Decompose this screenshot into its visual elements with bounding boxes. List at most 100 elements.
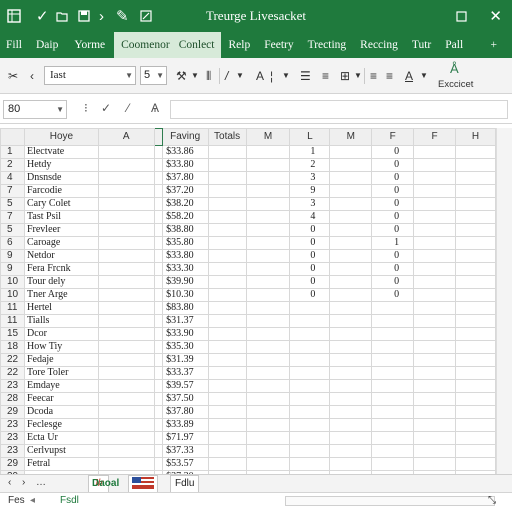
cell[interactable] <box>329 249 373 263</box>
cell-f[interactable]: 0 <box>371 275 415 289</box>
list-icon[interactable]: ☰ <box>300 67 311 85</box>
cell[interactable] <box>329 431 373 445</box>
cell[interactable] <box>455 249 496 263</box>
cell[interactable] <box>455 236 496 250</box>
cell[interactable] <box>153 262 163 276</box>
cell-name[interactable]: Cerlvupst <box>23 444 99 458</box>
cell[interactable] <box>207 431 247 445</box>
cell[interactable] <box>207 418 247 432</box>
cell[interactable] <box>245 262 291 276</box>
cell[interactable] <box>97 353 155 367</box>
cell[interactable] <box>455 392 496 406</box>
cell[interactable] <box>413 158 457 172</box>
cell[interactable] <box>153 314 163 328</box>
cell-name[interactable]: Hertel <box>23 301 99 315</box>
cell[interactable] <box>97 275 155 289</box>
cell[interactable] <box>329 262 373 276</box>
cell[interactable] <box>97 236 155 250</box>
cell-name[interactable]: Fetral <box>23 457 99 471</box>
cell[interactable] <box>455 431 496 445</box>
cell[interactable] <box>97 418 155 432</box>
cell-price[interactable]: $37.50 <box>161 392 209 406</box>
cell[interactable] <box>153 210 163 224</box>
cell[interactable] <box>413 223 457 237</box>
function-icon[interactable]: Ѧ <box>151 101 159 115</box>
cell[interactable] <box>207 145 247 159</box>
cell[interactable] <box>455 301 496 315</box>
cell[interactable] <box>153 197 163 211</box>
excelt-icon[interactable]: Å <box>450 61 459 76</box>
cell-f[interactable]: 0 <box>371 249 415 263</box>
cell-price[interactable]: $33.80 <box>161 158 209 172</box>
close-icon[interactable]: ✕ <box>489 0 502 32</box>
cell-name[interactable]: Tore Toler <box>23 366 99 380</box>
cell[interactable] <box>153 145 163 159</box>
cell[interactable] <box>97 288 155 302</box>
cell-name[interactable]: Cary Colet <box>23 197 99 211</box>
cell-l[interactable] <box>289 418 331 432</box>
cell[interactable] <box>329 210 373 224</box>
row-number[interactable]: 7 <box>0 210 25 224</box>
cell[interactable] <box>97 171 155 185</box>
row-number[interactable]: 5 <box>0 197 25 211</box>
cell-l[interactable] <box>289 301 331 315</box>
cell-l[interactable] <box>289 314 331 328</box>
cancel-icon[interactable]: ⁄ <box>127 101 129 115</box>
column-header[interactable]: M <box>329 128 373 146</box>
cell[interactable] <box>207 366 247 380</box>
cell-f[interactable] <box>371 392 415 406</box>
cell[interactable] <box>413 418 457 432</box>
cell-name[interactable]: Fera Frcnk <box>23 262 99 276</box>
tab-coomenor[interactable]: Coomenor <box>114 32 177 58</box>
select-all-corner[interactable] <box>0 128 25 146</box>
cell-l[interactable]: 3 <box>289 197 331 211</box>
cell-price[interactable]: $38.80 <box>161 223 209 237</box>
cell-price[interactable]: $33.86 <box>161 145 209 159</box>
cell-price[interactable]: $37.80 <box>161 171 209 185</box>
tab-relp[interactable]: Relp <box>221 32 257 58</box>
cell[interactable] <box>329 418 373 432</box>
cell[interactable] <box>97 262 155 276</box>
cell[interactable] <box>413 444 457 458</box>
cell-name[interactable]: Dcoda <box>23 405 99 419</box>
cell[interactable] <box>97 145 155 159</box>
more-icon[interactable]: … <box>36 477 46 488</box>
cell-price[interactable]: $37.80 <box>161 405 209 419</box>
cell[interactable] <box>207 210 247 224</box>
vertical-scrollbar[interactable] <box>496 128 512 474</box>
cell[interactable] <box>245 405 291 419</box>
column-header[interactable] <box>153 128 163 146</box>
align-icon[interactable]: ¦ <box>270 67 273 85</box>
cell[interactable] <box>153 301 163 315</box>
cell-name[interactable]: Dcor <box>23 327 99 341</box>
cell-price[interactable]: $33.90 <box>161 327 209 341</box>
cell-l[interactable] <box>289 457 331 471</box>
cell[interactable] <box>245 314 291 328</box>
cell-price[interactable]: $33.37 <box>161 366 209 380</box>
cell[interactable] <box>207 158 247 172</box>
cell-price[interactable]: $37.20 <box>161 184 209 198</box>
column-header[interactable]: M <box>245 128 291 146</box>
cell[interactable] <box>245 457 291 471</box>
cell-name[interactable]: How Tiy <box>23 340 99 354</box>
cell-price[interactable]: $58.20 <box>161 210 209 224</box>
align-left-icon[interactable]: ≡ <box>322 67 329 85</box>
column-header[interactable]: L <box>289 128 331 146</box>
horizontal-scrollbar[interactable] <box>285 496 495 506</box>
cell[interactable] <box>329 171 373 185</box>
cell-name[interactable]: Feclesge <box>23 418 99 432</box>
cell-f[interactable] <box>371 301 415 315</box>
cell[interactable] <box>153 457 163 471</box>
cell-f[interactable] <box>371 314 415 328</box>
cell[interactable] <box>97 197 155 211</box>
cell-name[interactable]: Dnsnsde <box>23 171 99 185</box>
cell-price[interactable]: $37.33 <box>161 444 209 458</box>
cell[interactable] <box>413 236 457 250</box>
cell[interactable] <box>329 379 373 393</box>
cell-l[interactable]: 0 <box>289 288 331 302</box>
cell-f[interactable]: 0 <box>371 184 415 198</box>
chevron-down-icon[interactable]: ▼ <box>236 67 244 85</box>
cell[interactable] <box>97 431 155 445</box>
cell[interactable] <box>413 379 457 393</box>
cell[interactable] <box>455 418 496 432</box>
